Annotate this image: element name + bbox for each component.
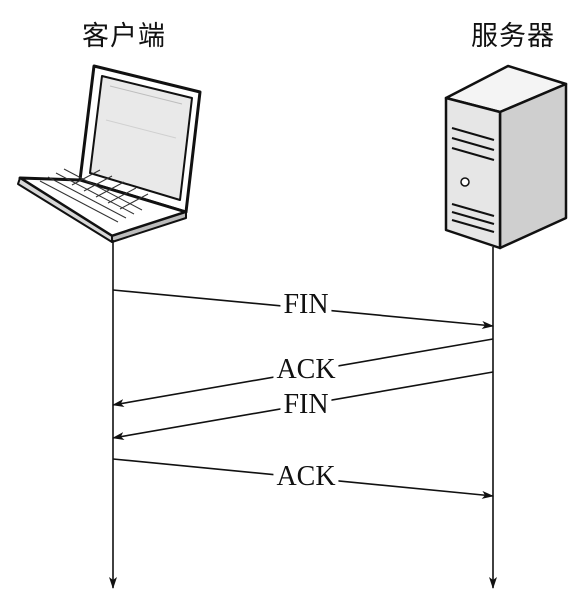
client-label: 客户端 (82, 21, 166, 52)
server-label: 服务器 (471, 21, 555, 52)
message-label-4: ACK (273, 462, 339, 492)
message-label-3: FIN (280, 390, 332, 420)
message-label-2: ACK (273, 355, 339, 385)
server-tower-icon (444, 64, 568, 250)
laptop-icon (17, 64, 202, 243)
tcp-close-diagram: 客户端 服务器 FIN ACK FIN ACK (0, 0, 588, 599)
message-label-1: FIN (280, 290, 332, 320)
